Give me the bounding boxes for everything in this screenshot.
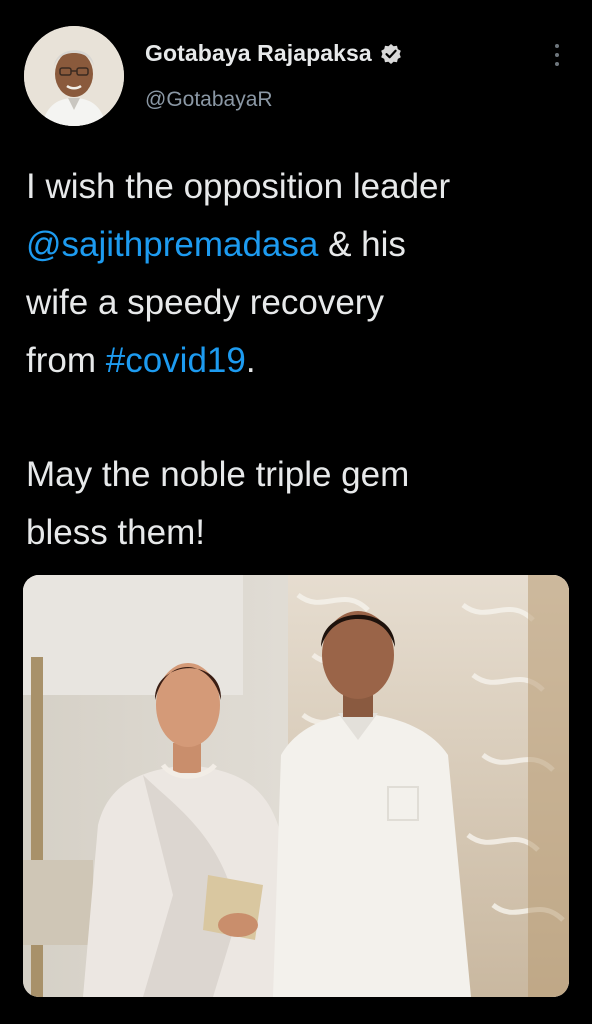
author-handle[interactable]: @GotabayaR	[145, 88, 273, 112]
tweet-text-segment: .	[245, 341, 256, 380]
tweet-media-photo[interactable]	[23, 575, 569, 997]
more-options-icon[interactable]	[552, 44, 562, 72]
tweet-line: wife a speedy recovery	[26, 274, 574, 332]
tweet-text-segment: May the noble triple gem	[26, 455, 410, 494]
tweet-text-segment: wife a speedy recovery	[26, 283, 384, 322]
mention-link[interactable]: @sajithpremadasa	[26, 225, 318, 264]
tweet-text-segment: I wish the opposition leader	[26, 167, 451, 206]
tweet-text-segment: from	[26, 341, 106, 380]
author-name-row: Gotabaya Rajapaksa	[145, 40, 402, 67]
tweet-header: Gotabaya Rajapaksa @GotabayaR	[0, 0, 592, 140]
profile-photo-icon	[24, 26, 124, 126]
tweet-line: from #covid19.	[26, 332, 574, 390]
hashtag-link[interactable]: #covid19	[106, 341, 246, 380]
tweet-line: I wish the opposition leader	[26, 158, 574, 216]
tweet-text-segment: & his	[318, 225, 406, 264]
couple-photo-icon	[23, 575, 569, 997]
tweet-line: May the noble triple gem	[26, 446, 574, 504]
tweet-line: bless them!	[26, 504, 574, 562]
author-display-name[interactable]: Gotabaya Rajapaksa	[145, 40, 372, 67]
tweet-text-segment: bless them!	[26, 513, 205, 552]
author-avatar[interactable]	[24, 26, 124, 126]
tweet-text: I wish the opposition leader @sajithprem…	[26, 158, 574, 562]
verified-badge-icon	[380, 43, 402, 65]
tweet-line: @sajithpremadasa & his	[26, 216, 574, 274]
